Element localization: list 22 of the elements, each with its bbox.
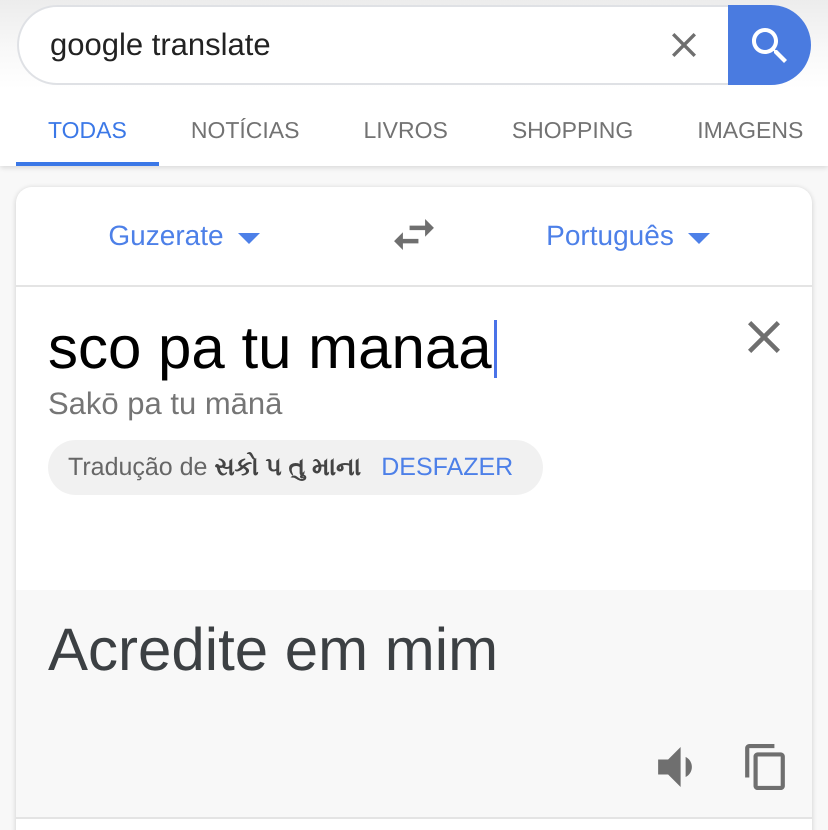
search-tab[interactable]: LIVROS xyxy=(331,95,480,166)
swap-icon[interactable] xyxy=(394,218,434,250)
search-button[interactable] xyxy=(728,5,811,85)
search-tab[interactable]: TODAS xyxy=(16,95,159,166)
source-language-button[interactable]: Guzerate xyxy=(108,220,260,252)
undo-link[interactable]: DESFAZER xyxy=(381,453,514,482)
copy-icon[interactable] xyxy=(745,744,785,790)
transliteration-text: Sakō pa tu mānā xyxy=(48,385,284,423)
caret-icon xyxy=(688,232,710,244)
clear-icon[interactable] xyxy=(672,33,696,57)
speaker-icon[interactable] xyxy=(658,747,692,787)
translated-from-text: Tradução de સકો પ તુ માના xyxy=(68,453,362,482)
search-tab[interactable]: SHOPPING xyxy=(480,95,666,166)
search-field[interactable]: google translate xyxy=(17,5,728,85)
close-icon[interactable] xyxy=(748,321,780,353)
source-text-field[interactable]: sco pa tu manaa xyxy=(48,312,748,384)
search-tab[interactable]: NOTÍCIAS xyxy=(158,95,332,166)
search-icon xyxy=(752,28,787,62)
search-tab[interactable]: IMAGENS xyxy=(665,95,828,166)
caret-icon xyxy=(238,232,260,244)
translation-text: Acredite em mim xyxy=(48,615,500,685)
target-language-button[interactable]: Português xyxy=(546,220,710,252)
